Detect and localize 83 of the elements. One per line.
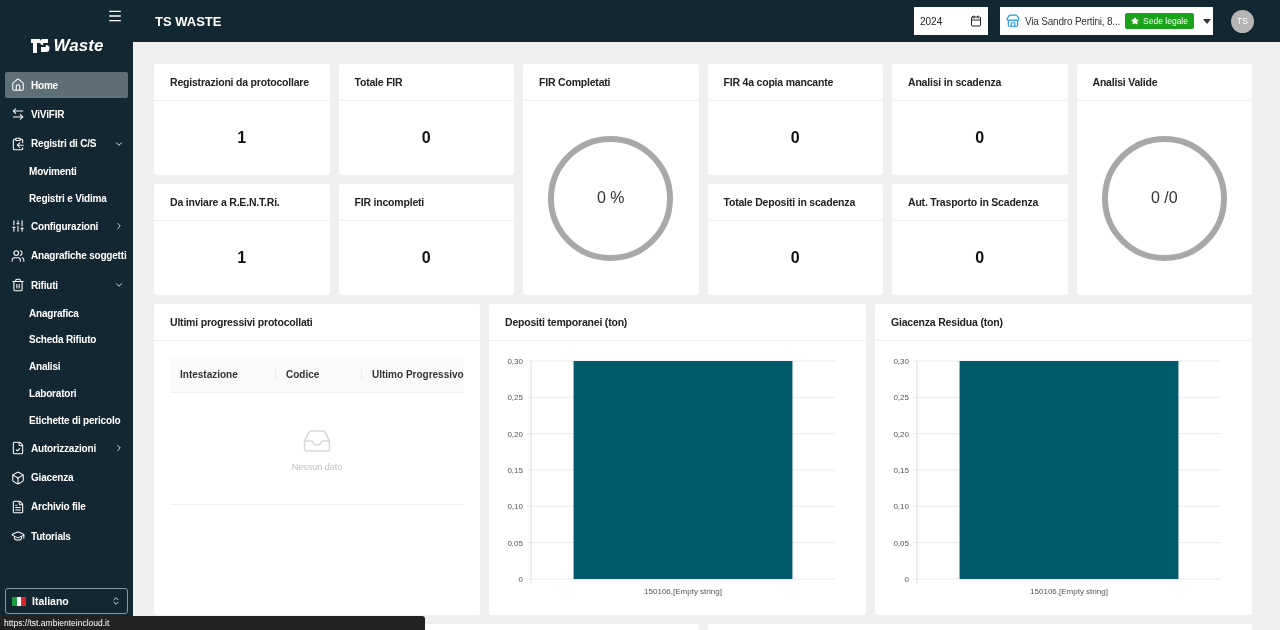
column-header[interactable]: Intestazione <box>170 369 275 380</box>
card-title: Ultimi progressivi protocollati <box>154 304 480 341</box>
sidebar-item[interactable]: Registri di C/S <box>5 130 128 157</box>
chevron-up-down-icon <box>111 596 121 606</box>
sidebar-item-icon <box>11 248 25 263</box>
sidebar-subitem[interactable]: Anagrafica <box>5 301 128 325</box>
card-title: Depositi temporanei (ton) <box>489 304 866 341</box>
sidebar-item[interactable]: Autorizzazioni <box>5 435 128 462</box>
menu-button[interactable] <box>107 8 123 24</box>
site-select[interactable]: Via Sandro Pertini, 8... Sede legale <box>1000 7 1213 35</box>
gauge-ring: 0 % <box>548 135 674 261</box>
caret-icon <box>1203 18 1211 24</box>
axis-tick-label: 0,05 <box>893 538 909 548</box>
stat-value: 0 <box>790 249 800 267</box>
app-title: TS WASTE <box>155 13 223 29</box>
sidebar-item[interactable]: ViViFIR <box>5 101 128 128</box>
card-title: Analisi Valide <box>1076 64 1252 101</box>
sidebar-item[interactable]: Home <box>5 72 128 98</box>
card-title: FIR 4a copia mancante <box>707 64 883 101</box>
sidebar-item-icon <box>11 219 25 234</box>
axis-tick-label: 0,15 <box>507 466 523 475</box>
card-title: Totale Depositi in scadenza <box>707 184 883 221</box>
stat-value: 1 <box>237 249 247 267</box>
year-field[interactable]: 2024 <box>914 7 988 35</box>
stat-value: 0 <box>421 129 431 147</box>
axis-tick-label: 0,20 <box>893 429 909 439</box>
card-title: Registrazioni da protocollare <box>154 64 330 101</box>
stat-value: 0 <box>975 249 985 267</box>
sidebar-item[interactable]: Anagrafiche soggetti <box>5 242 128 269</box>
sidebar-item-icon <box>11 441 25 456</box>
column-header[interactable]: Ultimo Progressivo <box>361 369 464 380</box>
card-title: Aut. Trasporto in Scadenza <box>892 184 1068 221</box>
axis-tick-label: 0 <box>904 575 909 584</box>
card-title: FIR incompleti <box>338 184 514 221</box>
sidebar-item[interactable]: Configurazioni <box>5 213 128 240</box>
axis-tick-label: 0,10 <box>507 502 523 512</box>
stat-value: 0 <box>790 129 800 147</box>
stat-value: 0 <box>975 129 985 147</box>
sidebar-subitem[interactable]: Movimenti <box>5 159 128 184</box>
card-title: FIR Completati <box>523 64 699 101</box>
axis-tick-label: 0,30 <box>507 357 523 366</box>
axis-tick-label: 0,25 <box>893 393 909 403</box>
axis-tick-label: 0,25 <box>507 393 523 403</box>
language-select[interactable]: Italiano <box>5 588 128 614</box>
sidebar-item-icon <box>11 499 25 514</box>
stat-value: 0 <box>421 249 431 267</box>
sidebar-subitem[interactable]: Laboratori <box>5 381 128 406</box>
sidebar-item-icon <box>11 136 25 151</box>
axis-tick-label: 0,05 <box>507 538 523 548</box>
axis-tick-label: 0,10 <box>893 502 909 512</box>
axis-tick-label: 0,15 <box>893 466 909 475</box>
sidebar-item[interactable]: Tutorials <box>5 523 128 550</box>
card-title: Analisi in scadenza <box>892 64 1068 101</box>
sidebar-item[interactable]: Rifiuti <box>5 272 128 299</box>
sidebar-item[interactable]: Giacenza <box>5 464 128 491</box>
flag-icon <box>12 596 26 606</box>
store-icon <box>1006 14 1020 28</box>
calendar-icon <box>970 15 982 27</box>
gauge-ring: 0 /0 <box>1101 135 1227 261</box>
sidebar-item-icon <box>11 78 25 92</box>
site-badge: Sede legale <box>1125 13 1194 29</box>
sidebar-subitem[interactable]: Etichette di pericolo <box>5 408 128 433</box>
stat-value: 1 <box>237 129 247 147</box>
axis-tick-label: 0 <box>518 575 523 584</box>
logo-text: Waste <box>53 36 104 56</box>
card-title: Giacenza Residua (ton) <box>875 304 1252 341</box>
sidebar-item-icon <box>11 278 25 293</box>
sidebar-subitem[interactable]: Registri e Vidima <box>5 186 128 211</box>
column-header[interactable]: Codice <box>275 369 361 380</box>
status-url-tooltip: https://tst.ambienteincloud.it <box>0 616 425 630</box>
sidebar-subitem[interactable]: Scheda Rifiuto <box>5 328 128 352</box>
axis-tick-label: 0,20 <box>507 429 523 439</box>
axis-tick-label: 0,30 <box>893 357 909 366</box>
card-title: Totale FIR <box>338 64 514 101</box>
card-title: Da inviare a R.E.N.T.Ri. <box>154 184 330 221</box>
sidebar-item[interactable]: Archivio file <box>5 493 128 520</box>
sidebar-item-icon <box>11 529 25 544</box>
sidebar-subitem[interactable]: Analisi <box>5 354 128 379</box>
axis-category-label: 150106,[Empty string] <box>1030 587 1108 596</box>
sidebar-item-icon <box>11 470 25 485</box>
axis-category-label: 150106,[Empty string] <box>644 587 722 596</box>
logo-icon <box>29 38 50 54</box>
sidebar-item-icon <box>11 107 25 122</box>
